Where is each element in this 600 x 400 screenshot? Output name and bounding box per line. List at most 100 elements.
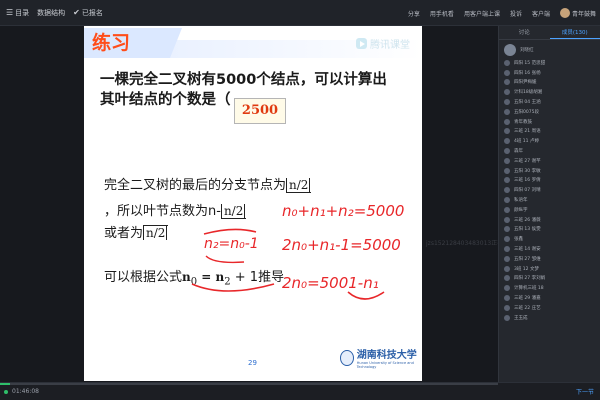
member-item[interactable]: 四阳 27 李刘娟	[499, 274, 600, 284]
top-right-group: 分享 用手机看 用客户端上课 投诉 客户端 青年鼓舞	[408, 0, 596, 26]
member-item[interactable]: 三班 29 潘嘉	[499, 293, 600, 303]
university-name: 湖南科技大学	[356, 350, 417, 361]
member-avatar	[504, 197, 510, 204]
progress-bar[interactable]	[0, 383, 498, 385]
member-avatar	[504, 167, 510, 174]
member-name: 计算机三班 18	[514, 286, 544, 292]
member-item[interactable]: 五阳 13 侯雯	[499, 225, 600, 235]
avatar	[559, 8, 570, 18]
member-item[interactable]: 四阳 07 刘晴	[499, 185, 600, 195]
member-avatar	[504, 128, 510, 135]
explanation-line-2: ，所以叶节点数为n-n/2	[104, 202, 247, 221]
member-item[interactable]: 四阳 16 张杨	[499, 68, 600, 78]
hand-eq-3: 2n₀+n₁-1=5000	[282, 236, 401, 254]
member-item[interactable]: 三班 16 罗倩	[499, 176, 600, 186]
bottom-bar: 01:46:08 下一节	[0, 382, 600, 400]
member-item[interactable]: 计算机三班 18	[499, 283, 600, 293]
next-section-button[interactable]: 下一节	[576, 387, 594, 396]
member-name: 四阳 15 范思甜	[514, 60, 546, 66]
member-item[interactable]: 四阳 15 范思甜	[499, 58, 600, 68]
member-name: 王玉成	[514, 315, 528, 321]
user-menu[interactable]: 青年鼓舞	[559, 8, 596, 18]
enrolled-label: 已报名	[81, 8, 103, 17]
member-item[interactable]: 三班 22 庄艺	[499, 303, 600, 313]
course-name-label: 数据结构	[37, 8, 66, 17]
hand-circle-n1	[347, 291, 385, 300]
member-item[interactable]: 四阳尹梅媛	[499, 78, 600, 88]
user-name: 青年鼓舞	[571, 10, 596, 18]
client-button[interactable]: 客户端	[532, 9, 550, 18]
ceil-n-over-2-value: n/2	[145, 225, 168, 240]
member-avatar	[504, 108, 510, 115]
client-class-button[interactable]: 用客户端上课	[464, 9, 500, 18]
tab-discussion[interactable]: 讨论	[499, 26, 550, 39]
member-avatar	[504, 148, 510, 155]
member-name: 青年教鼓	[514, 119, 532, 125]
member-item[interactable]: 私语年	[499, 195, 600, 205]
complain-button[interactable]: 投诉	[510, 9, 522, 18]
member-item[interactable]: 五阳 04 王涵	[499, 97, 600, 107]
catalog-button[interactable]: ☰ 目录	[6, 8, 29, 18]
share-button[interactable]: 分享	[408, 9, 420, 18]
live-class-window: ☰ 目录 数据结构 ✔ 已报名 分享 用手机看 用客户端上课 投诉 客户端 青年…	[0, 0, 600, 400]
client-class-label: 用客户端上课	[463, 10, 500, 18]
member-list[interactable]: 刘晓红四阳 15 范思甜四阳 16 张杨 四阳尹梅媛计科18级胡湘 五阳 04 王涵…	[499, 40, 600, 323]
member-item[interactable]: 3班 12 文梦	[499, 264, 600, 274]
member-item[interactable]: 三班 14 谢安	[499, 244, 600, 254]
top-left-group: ☰ 目录 数据结构 ✔ 已报名	[0, 8, 103, 18]
hand-underline-1	[203, 228, 257, 235]
member-item[interactable]: 刘晓红	[499, 42, 600, 58]
formula-eq: = n	[197, 270, 225, 284]
member-name: 三班 22 庄艺	[514, 305, 541, 311]
page-number: 29	[248, 359, 257, 367]
member-item[interactable]: 三班 21 周语	[499, 127, 600, 137]
member-avatar	[504, 206, 510, 213]
course-name[interactable]: 数据结构	[37, 8, 65, 18]
member-item[interactable]: 五阳0075段	[499, 107, 600, 117]
client-label: 客户端	[531, 10, 550, 18]
member-avatar	[504, 157, 510, 164]
slide-title: 练习	[84, 28, 170, 58]
member-name: 五阳 04 王涵	[514, 100, 541, 106]
member-item[interactable]: 森年	[499, 146, 600, 156]
question-line-1: 一棵完全二叉树有5000个结点，可以计算出	[100, 72, 387, 88]
university-text: 湖南科技大学 Hunan University of Science and T…	[357, 346, 422, 369]
video-stage[interactable]: 练习 腾讯课堂 一棵完全二叉树有5000个结点，可以计算出 其叶结点的个数是（ …	[0, 26, 527, 382]
member-item[interactable]: 王玉成	[499, 313, 600, 323]
member-item[interactable]: 五阳 27 邹维	[499, 254, 600, 264]
member-item[interactable]: 三班 27 谢芊	[499, 156, 600, 166]
catalog-label: 目录	[15, 8, 30, 17]
slide: 练习 腾讯课堂 一棵完全二叉树有5000个结点，可以计算出 其叶结点的个数是（ …	[84, 26, 422, 381]
member-name: 五阳 27 邹维	[514, 256, 541, 262]
member-name: 五阳 13 侯雯	[514, 227, 541, 233]
member-item[interactable]: 三班 26 潘薇	[499, 215, 600, 225]
top-bar: ☰ 目录 数据结构 ✔ 已报名 分享 用手机看 用客户端上课 投诉 客户端 青年…	[0, 0, 600, 26]
member-item[interactable]: 五阳 30 李敏	[499, 166, 600, 176]
formula-n0: n	[182, 270, 191, 284]
member-item[interactable]: 张鑫	[499, 234, 600, 244]
member-item[interactable]: 青年教鼓	[499, 117, 600, 127]
member-name: 计科18级胡湘	[514, 90, 543, 96]
member-avatar	[504, 118, 510, 125]
member-item[interactable]: 4班 11 卢婷	[499, 136, 600, 146]
member-item[interactable]: 计科18级胡湘	[499, 87, 600, 97]
progress-fill	[0, 383, 10, 385]
member-avatar	[504, 304, 510, 311]
member-avatar	[504, 314, 510, 321]
explanation-line-4-text: 可以根据公式	[104, 270, 183, 285]
member-name: 4班 11 卢婷	[514, 139, 539, 145]
member-avatar	[504, 265, 510, 272]
member-avatar	[504, 275, 510, 282]
member-avatar	[504, 187, 510, 194]
list-icon: ☰	[6, 8, 14, 17]
tab-members[interactable]: 成员(130)	[549, 26, 600, 39]
member-item[interactable]: 颜纵宇	[499, 205, 600, 215]
member-name: 五阳 30 李敏	[514, 168, 541, 174]
member-avatar	[504, 226, 510, 233]
member-avatar	[504, 89, 510, 96]
member-name: 张鑫	[514, 237, 523, 243]
explanation-line-3: 或者为 n/2	[104, 224, 169, 243]
member-name: 四阳 07 刘晴	[514, 188, 541, 194]
phone-watch-button[interactable]: 用手机看	[430, 9, 454, 18]
member-avatar	[504, 138, 510, 145]
